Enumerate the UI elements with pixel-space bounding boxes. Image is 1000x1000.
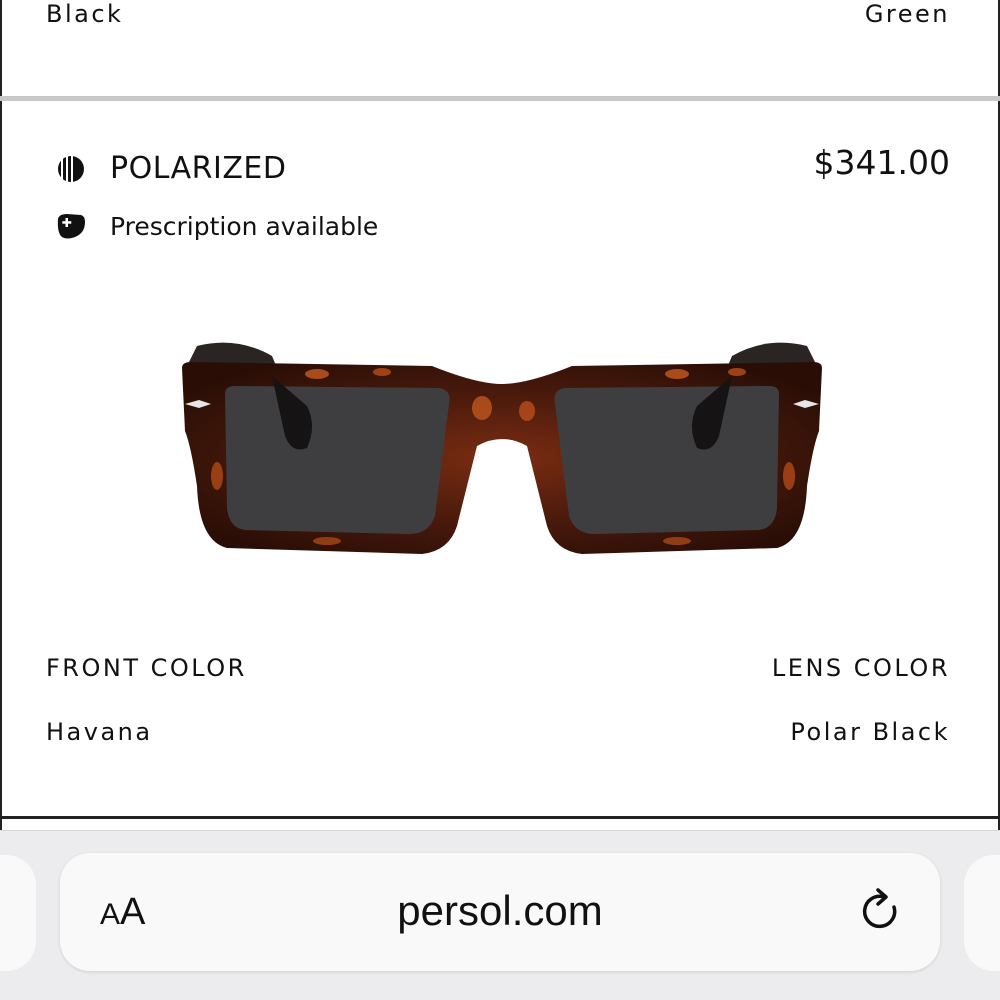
prescription-label: Prescription available — [110, 211, 379, 241]
lens-color-label: LENS COLOR — [771, 654, 950, 682]
sunglasses-image[interactable] — [177, 336, 827, 566]
previous-lens-color-value: Green — [864, 0, 950, 28]
previous-product-card: Black Green — [0, 0, 1000, 98]
next-product-card — [0, 816, 1000, 830]
product-price: $341.00 — [813, 143, 950, 182]
polarized-feature: POLARIZED — [54, 151, 286, 186]
prescription-icon — [54, 209, 88, 243]
next-tab-pill[interactable] — [964, 855, 1000, 971]
browser-toolbar: AA persol.com — [0, 830, 1000, 1000]
front-color-value: Havana — [46, 718, 153, 746]
url-text[interactable]: persol.com — [60, 887, 940, 935]
color-value-row: Havana Polar Black — [46, 718, 950, 746]
product-card[interactable]: POLARIZED Prescription available $341.00 — [0, 101, 1000, 821]
color-label-row: FRONT COLOR LENS COLOR — [46, 654, 950, 682]
address-bar[interactable]: AA persol.com — [60, 853, 940, 971]
polarized-icon — [54, 152, 88, 186]
lens-color-value: Polar Black — [790, 718, 950, 746]
prescription-feature: Prescription available — [54, 209, 378, 243]
previous-front-color-value: Black — [46, 0, 124, 28]
front-color-label: FRONT COLOR — [46, 654, 247, 682]
previous-tab-pill[interactable] — [0, 855, 36, 971]
reload-icon[interactable] — [858, 885, 904, 937]
page: Black Green POLARIZED Prescription avail… — [0, 0, 1000, 1000]
polarized-label: POLARIZED — [110, 151, 287, 186]
previous-color-row: Black Green — [46, 0, 950, 28]
